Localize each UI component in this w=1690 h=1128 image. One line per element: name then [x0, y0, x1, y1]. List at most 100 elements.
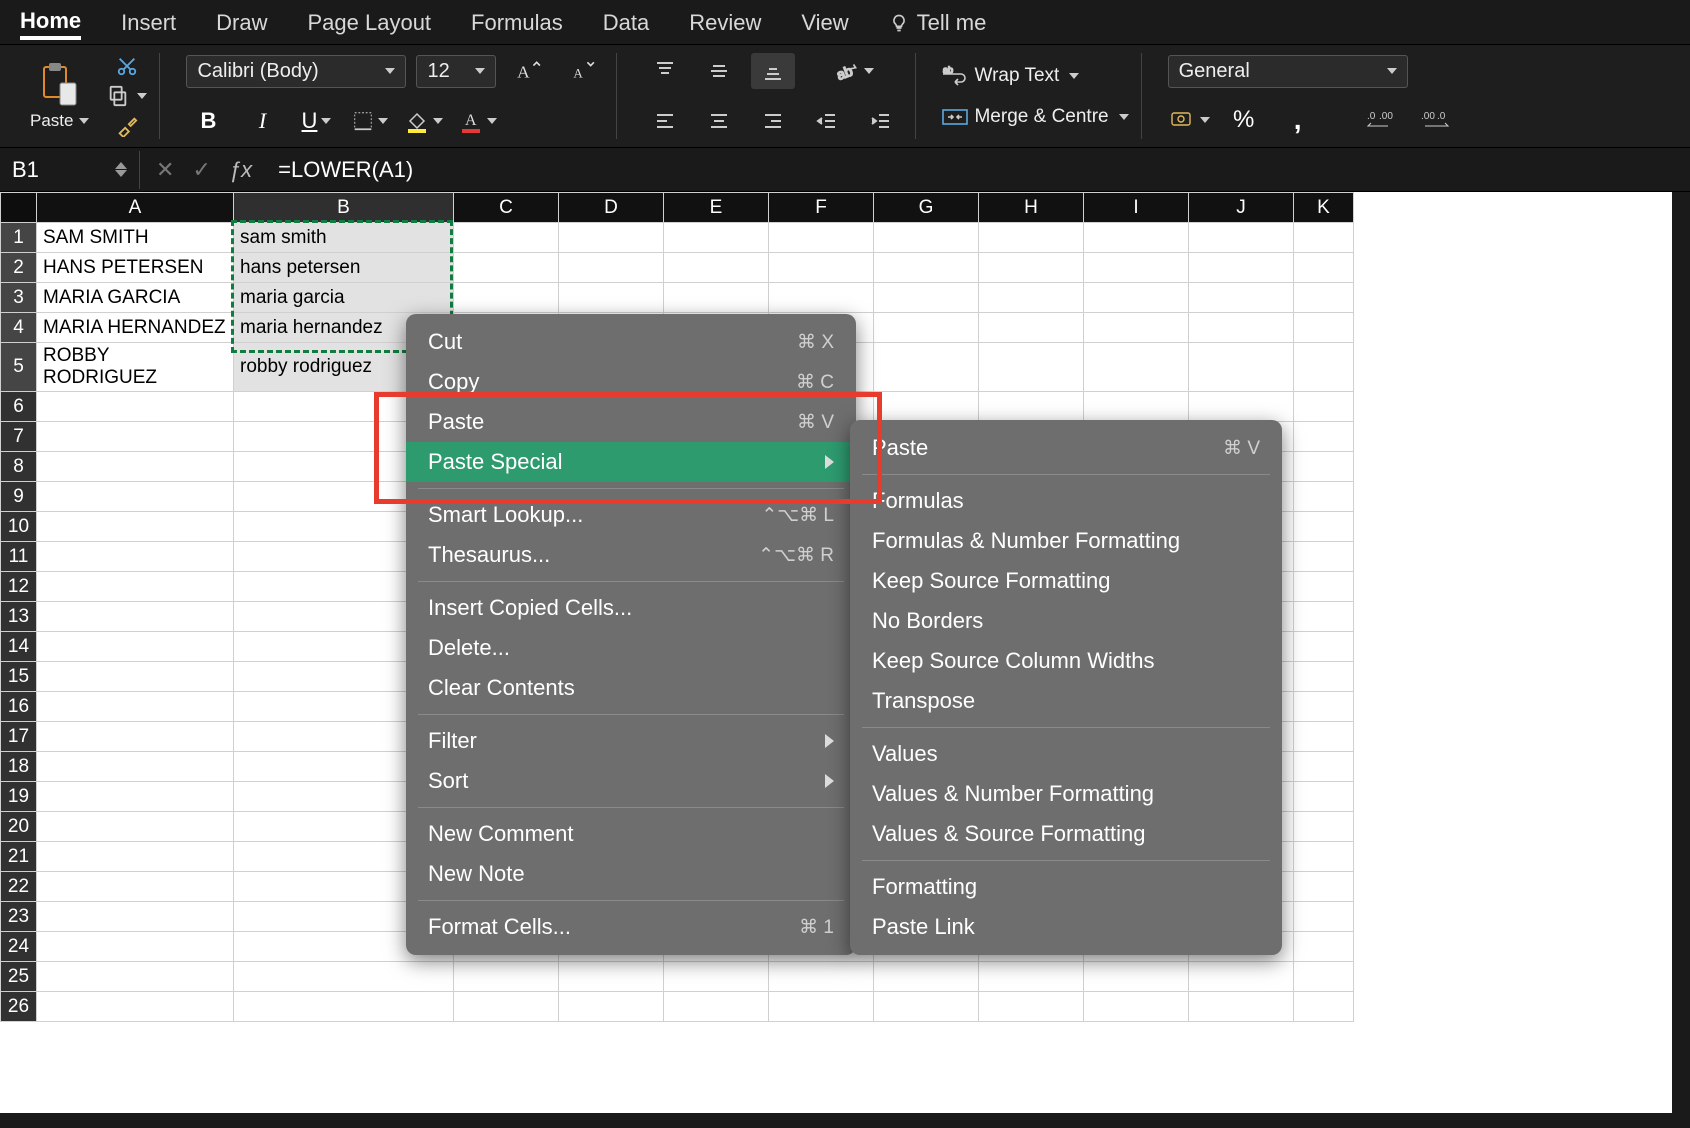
- tab-data[interactable]: Data: [603, 8, 649, 38]
- cell-J4[interactable]: [1189, 313, 1294, 343]
- cell-K10[interactable]: [1294, 512, 1354, 542]
- cell-A7[interactable]: [37, 422, 234, 452]
- cell-K25[interactable]: [1294, 962, 1354, 992]
- comma-format-button[interactable]: ,: [1276, 102, 1320, 138]
- row-header-19[interactable]: 19: [1, 782, 37, 812]
- row-header-15[interactable]: 15: [1, 662, 37, 692]
- cell-B26[interactable]: [234, 992, 454, 1022]
- cell-H4[interactable]: [979, 313, 1084, 343]
- ctx-paste[interactable]: Paste⌘ V: [406, 402, 856, 442]
- column-header-B[interactable]: B: [234, 193, 454, 223]
- cell-A26[interactable]: [37, 992, 234, 1022]
- cell-G5[interactable]: [874, 343, 979, 392]
- decrease-indent-button[interactable]: [805, 103, 849, 139]
- cell-J2[interactable]: [1189, 253, 1294, 283]
- row-header-21[interactable]: 21: [1, 842, 37, 872]
- cell-G3[interactable]: [874, 283, 979, 313]
- row-header-3[interactable]: 3: [1, 283, 37, 313]
- sub-keep-source-column-widths[interactable]: Keep Source Column Widths: [850, 641, 1282, 681]
- cell-C3[interactable]: [454, 283, 559, 313]
- cell-D3[interactable]: [559, 283, 664, 313]
- row-header-14[interactable]: 14: [1, 632, 37, 662]
- cell-A13[interactable]: [37, 602, 234, 632]
- column-header-G[interactable]: G: [874, 193, 979, 223]
- cell-E25[interactable]: [664, 962, 769, 992]
- row-header-17[interactable]: 17: [1, 722, 37, 752]
- row-header-10[interactable]: 10: [1, 512, 37, 542]
- paste-button[interactable]: Paste: [22, 57, 97, 135]
- underline-button[interactable]: U: [294, 103, 338, 139]
- tab-page-layout[interactable]: Page Layout: [308, 8, 432, 38]
- cut-button[interactable]: [116, 55, 138, 77]
- border-button[interactable]: [348, 103, 392, 139]
- cell-A4[interactable]: MARIA HERNANDEZ: [37, 313, 234, 343]
- cell-G1[interactable]: [874, 223, 979, 253]
- cell-J3[interactable]: [1189, 283, 1294, 313]
- fx-icon[interactable]: ƒx: [229, 157, 252, 183]
- cell-C2[interactable]: [454, 253, 559, 283]
- tab-view[interactable]: View: [801, 8, 848, 38]
- cell-K16[interactable]: [1294, 692, 1354, 722]
- sub-formulas-number-formatting[interactable]: Formulas & Number Formatting: [850, 521, 1282, 561]
- cell-K12[interactable]: [1294, 572, 1354, 602]
- row-header-12[interactable]: 12: [1, 572, 37, 602]
- row-header-25[interactable]: 25: [1, 962, 37, 992]
- row-header-16[interactable]: 16: [1, 692, 37, 722]
- wrap-text-button[interactable]: ab Wrap Text: [942, 64, 1079, 88]
- cell-E1[interactable]: [664, 223, 769, 253]
- cell-A1[interactable]: SAM SMITH: [37, 223, 234, 253]
- cell-C25[interactable]: [454, 962, 559, 992]
- cell-B2[interactable]: hans petersen: [234, 253, 454, 283]
- cell-G2[interactable]: [874, 253, 979, 283]
- cell-K5[interactable]: [1294, 343, 1354, 392]
- cell-I2[interactable]: [1084, 253, 1189, 283]
- font-name-dropdown[interactable]: Calibri (Body): [186, 55, 406, 88]
- cell-K6[interactable]: [1294, 392, 1354, 422]
- cell-I5[interactable]: [1084, 343, 1189, 392]
- column-header-I[interactable]: I: [1084, 193, 1189, 223]
- cell-B3[interactable]: maria garcia: [234, 283, 454, 313]
- cell-A23[interactable]: [37, 902, 234, 932]
- cell-K26[interactable]: [1294, 992, 1354, 1022]
- merge-centre-button[interactable]: Merge & Centre: [942, 106, 1128, 128]
- cell-K3[interactable]: [1294, 283, 1354, 313]
- column-header-K[interactable]: K: [1294, 193, 1354, 223]
- ctx-thesaurus[interactable]: Thesaurus...⌃⌥⌘ R: [406, 535, 856, 575]
- tab-home[interactable]: Home: [20, 6, 81, 40]
- column-header-J[interactable]: J: [1189, 193, 1294, 223]
- cell-D25[interactable]: [559, 962, 664, 992]
- align-left-button[interactable]: [643, 103, 687, 139]
- row-header-1[interactable]: 1: [1, 223, 37, 253]
- column-header-E[interactable]: E: [664, 193, 769, 223]
- cell-H5[interactable]: [979, 343, 1084, 392]
- cell-H1[interactable]: [979, 223, 1084, 253]
- cell-C1[interactable]: [454, 223, 559, 253]
- cell-A12[interactable]: [37, 572, 234, 602]
- sub-values-number-formatting[interactable]: Values & Number Formatting: [850, 774, 1282, 814]
- column-header-F[interactable]: F: [769, 193, 874, 223]
- cell-A3[interactable]: MARIA GARCIA: [37, 283, 234, 313]
- column-header-C[interactable]: C: [454, 193, 559, 223]
- sub-no-borders[interactable]: No Borders: [850, 601, 1282, 641]
- cell-B25[interactable]: [234, 962, 454, 992]
- cell-A14[interactable]: [37, 632, 234, 662]
- ctx-format-cells[interactable]: Format Cells...⌘ 1: [406, 907, 856, 947]
- select-all-corner[interactable]: [1, 193, 37, 223]
- row-header-7[interactable]: 7: [1, 422, 37, 452]
- cell-I3[interactable]: [1084, 283, 1189, 313]
- copy-button[interactable]: [107, 85, 147, 107]
- ctx-sort[interactable]: Sort: [406, 761, 856, 801]
- cell-H25[interactable]: [979, 962, 1084, 992]
- cell-A10[interactable]: [37, 512, 234, 542]
- cell-K7[interactable]: [1294, 422, 1354, 452]
- ctx-clear-contents[interactable]: Clear Contents: [406, 668, 856, 708]
- orientation-button[interactable]: ab: [832, 53, 876, 89]
- row-header-20[interactable]: 20: [1, 812, 37, 842]
- align-bottom-button[interactable]: [751, 53, 795, 89]
- cell-K21[interactable]: [1294, 842, 1354, 872]
- ctx-new-comment[interactable]: New Comment: [406, 814, 856, 854]
- column-header-A[interactable]: A: [37, 193, 234, 223]
- accounting-format-button[interactable]: [1168, 102, 1212, 138]
- cell-I6[interactable]: [1084, 392, 1189, 422]
- cell-A18[interactable]: [37, 752, 234, 782]
